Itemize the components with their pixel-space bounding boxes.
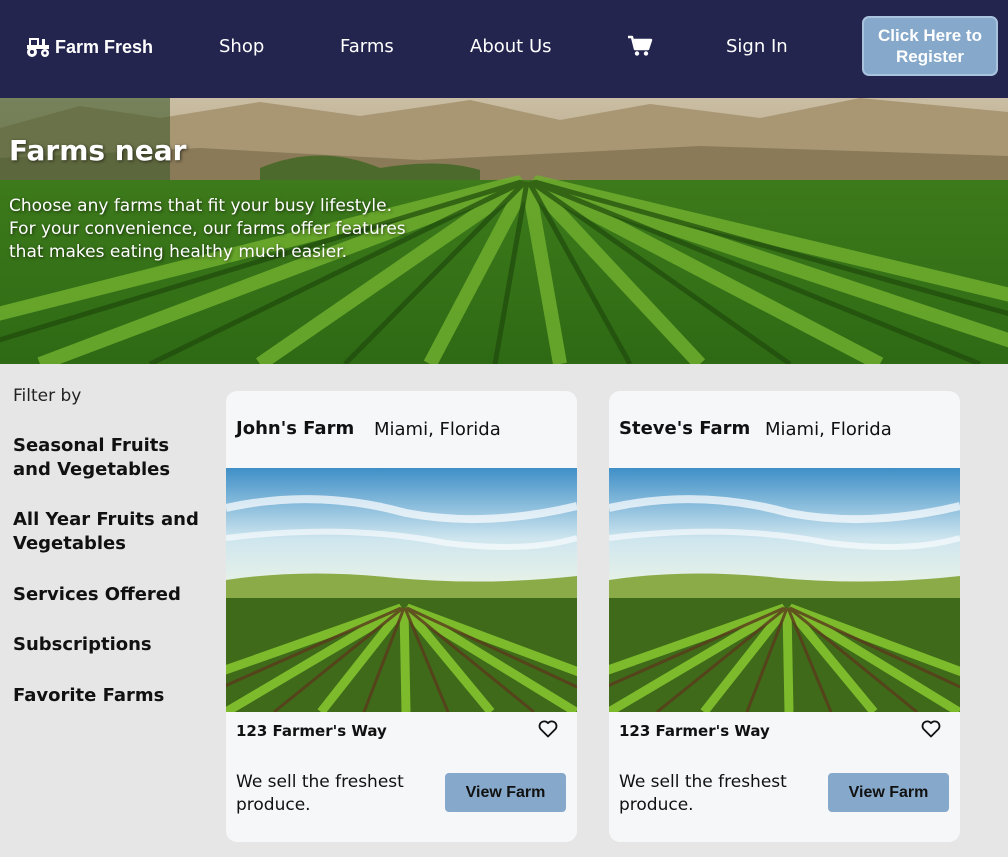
view-farm-button[interactable]: View Farm bbox=[828, 773, 949, 812]
brand-name: Farm Fresh bbox=[55, 36, 154, 57]
top-nav: Farm Fresh Shop Farms About Us Sign In C… bbox=[0, 0, 1008, 98]
filter-title: Filter by bbox=[13, 386, 82, 406]
farm-card: John's Farm Miami, Florida 123 Farmer's … bbox=[226, 391, 577, 842]
hero-description: Choose any farms that fit your busy life… bbox=[9, 196, 406, 262]
view-farm-button[interactable]: View Farm bbox=[445, 773, 566, 812]
filter-seasonal[interactable]: Seasonal Fruits and Vegetables bbox=[13, 434, 213, 482]
farm-location: Miami, Florida bbox=[765, 419, 892, 440]
filter-services[interactable]: Services Offered bbox=[13, 583, 213, 607]
heart-icon[interactable] bbox=[921, 720, 941, 738]
farm-image bbox=[609, 468, 960, 712]
filter-favorite-farms[interactable]: Favorite Farms bbox=[13, 684, 213, 708]
farm-location: Miami, Florida bbox=[374, 419, 501, 440]
heart-icon[interactable] bbox=[538, 720, 558, 738]
register-button[interactable]: Click Here to Register bbox=[862, 16, 998, 76]
farm-description: We sell the freshest produce. bbox=[236, 772, 404, 815]
farm-description: We sell the freshest produce. bbox=[619, 772, 787, 815]
filter-subscriptions[interactable]: Subscriptions bbox=[13, 633, 213, 657]
nav-link-shop[interactable]: Shop bbox=[219, 34, 264, 60]
hero-banner: Farms near Choose any farms that fit you… bbox=[0, 98, 1008, 364]
farm-address: 123 Farmer's Way bbox=[236, 722, 387, 740]
nav-link-sign-in[interactable]: Sign In bbox=[726, 34, 788, 60]
filter-all-year[interactable]: All Year Fruits and Vegetables bbox=[13, 508, 213, 556]
cart-icon[interactable] bbox=[627, 35, 653, 57]
hero-title: Farms near bbox=[9, 134, 187, 167]
nav-link-farms[interactable]: Farms bbox=[340, 34, 394, 60]
farm-address: 123 Farmer's Way bbox=[619, 722, 770, 740]
farm-name: Steve's Farm bbox=[619, 418, 751, 439]
farm-image bbox=[226, 468, 577, 712]
nav-link-about-us[interactable]: About Us bbox=[470, 34, 552, 60]
farm-name: John's Farm bbox=[236, 418, 355, 439]
brand-logo[interactable]: Farm Fresh bbox=[25, 34, 153, 60]
tractor-icon bbox=[27, 38, 49, 57]
farm-card: Steve's Farm Miami, Florida 123 Farmer's… bbox=[609, 391, 960, 842]
